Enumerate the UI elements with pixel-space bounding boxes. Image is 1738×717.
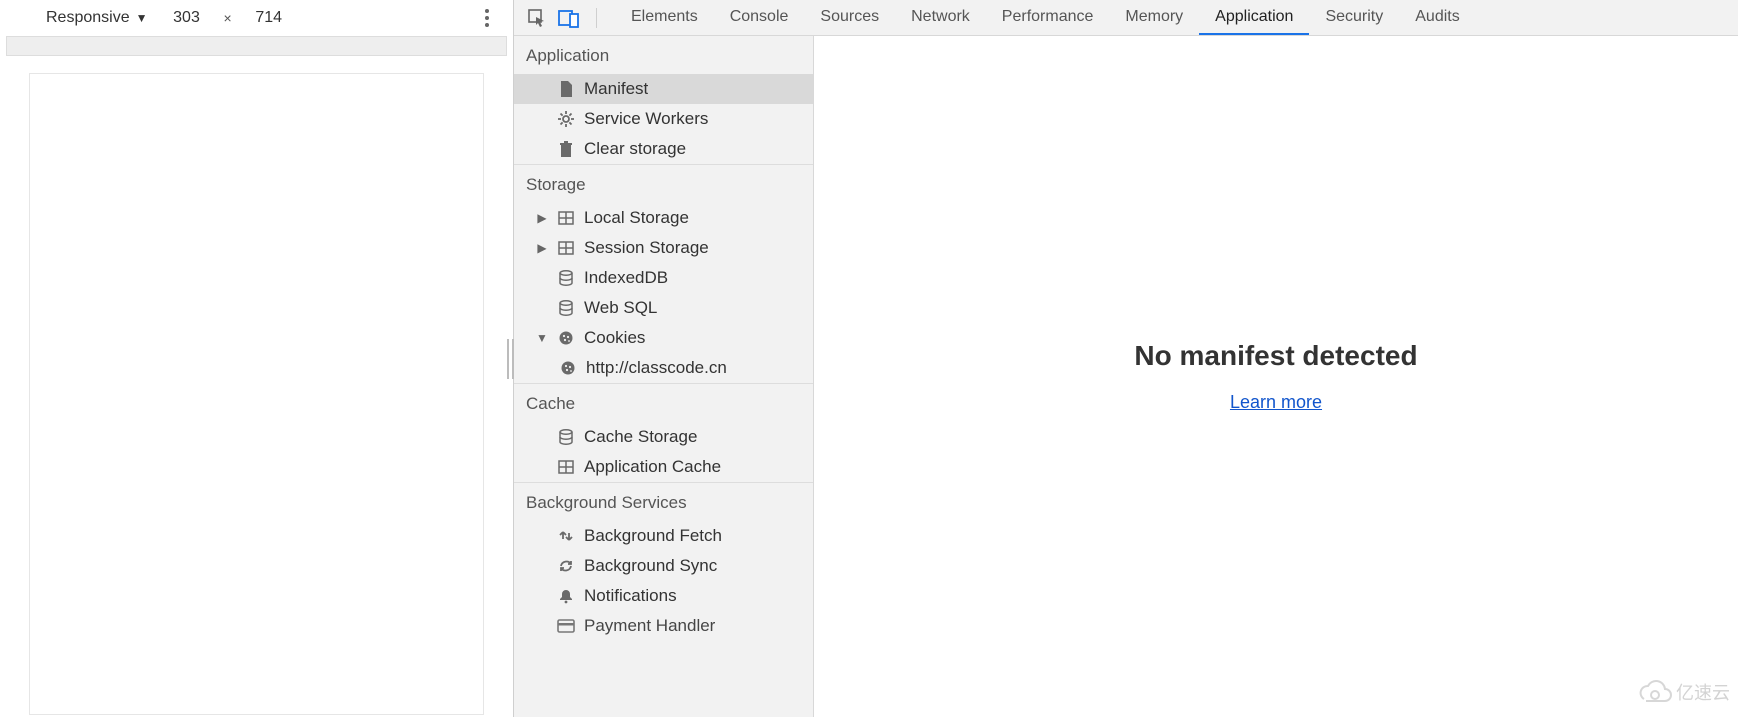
tab-label: Network (911, 8, 970, 26)
toggle-device-toolbar-icon[interactable] (558, 7, 580, 29)
item-label: Cache Storage (584, 427, 697, 447)
devtools-tab-bar: Elements Console Sources Network Perform… (514, 0, 1738, 36)
cookie-icon (556, 330, 576, 346)
arrow-right-icon: ▶ (536, 241, 548, 255)
item-label: Service Workers (584, 109, 708, 129)
table-icon (556, 460, 576, 474)
sidebar-item-cookies[interactable]: ▼ Cookies (514, 323, 813, 353)
trash-icon (556, 140, 576, 158)
bell-icon (556, 588, 576, 604)
tab-label: Sources (820, 8, 879, 26)
sidebar-group-background-services: Background Services ▶ Background Fetch ▶… (514, 483, 813, 641)
tab-network[interactable]: Network (895, 0, 986, 35)
sidebar-group-storage: Storage ▶ Local Storage ▶ Session Storag… (514, 165, 813, 384)
device-preview-pane: Responsive ▼ × (0, 0, 514, 717)
devtools-leading-controls (514, 0, 615, 35)
sync-icon (556, 558, 576, 574)
item-label: Clear storage (584, 139, 686, 159)
group-title: Cache (514, 384, 813, 422)
sidebar-item-application-cache[interactable]: ▶ Application Cache (514, 452, 813, 482)
database-icon (556, 300, 576, 316)
gear-icon (556, 110, 576, 128)
item-label: Payment Handler (584, 616, 715, 636)
application-content: No manifest detected Learn more 亿速云 (814, 36, 1738, 717)
item-label: IndexedDB (584, 268, 668, 288)
card-icon (556, 619, 576, 633)
application-sidebar: Application ▶ Manifest ▶ Service Workers (514, 36, 814, 717)
group-title: Application (514, 36, 813, 74)
item-label: Cookies (584, 328, 645, 348)
sidebar-item-indexeddb[interactable]: ▶ IndexedDB (514, 263, 813, 293)
arrow-down-icon: ▼ (536, 331, 548, 345)
sidebar-item-background-fetch[interactable]: ▶ Background Fetch (514, 521, 813, 551)
device-ruler[interactable] (6, 36, 507, 56)
item-label: Web SQL (584, 298, 657, 318)
kebab-menu-icon[interactable] (477, 8, 497, 28)
sidebar-item-service-workers[interactable]: ▶ Service Workers (514, 104, 813, 134)
separator-icon (596, 8, 597, 28)
group-title: Storage (514, 165, 813, 203)
transfer-icon (556, 528, 576, 544)
tab-label: Application (1215, 8, 1293, 26)
watermark-text: 亿速云 (1676, 683, 1730, 703)
sidebar-item-web-sql[interactable]: ▶ Web SQL (514, 293, 813, 323)
item-label: Session Storage (584, 238, 709, 258)
item-label: Notifications (584, 586, 677, 606)
item-label: Application Cache (584, 457, 721, 477)
item-label: Manifest (584, 79, 648, 99)
sidebar-item-clear-storage[interactable]: ▶ Clear storage (514, 134, 813, 164)
sidebar-group-cache: Cache ▶ Cache Storage ▶ Application Cach… (514, 384, 813, 483)
dimension-x-icon: × (222, 10, 234, 26)
sidebar-item-payment-handler[interactable]: ▶ Payment Handler (514, 611, 813, 641)
item-label: Local Storage (584, 208, 689, 228)
device-mode-label: Responsive (46, 9, 130, 27)
tab-performance[interactable]: Performance (986, 0, 1110, 35)
devtools-pane: Elements Console Sources Network Perform… (514, 0, 1738, 717)
pane-splitter-icon[interactable] (512, 329, 514, 389)
sidebar-item-manifest[interactable]: ▶ Manifest (514, 74, 813, 104)
item-label: Background Fetch (584, 526, 722, 546)
tab-label: Security (1325, 8, 1383, 26)
tab-label: Audits (1415, 8, 1459, 26)
device-mode-dropdown[interactable]: Responsive ▼ (42, 7, 152, 29)
tab-application[interactable]: Application (1199, 0, 1309, 35)
cookie-icon (558, 360, 578, 376)
tab-console[interactable]: Console (714, 0, 805, 35)
content-heading: No manifest detected (1134, 340, 1417, 372)
tab-sources[interactable]: Sources (804, 0, 895, 35)
tab-security[interactable]: Security (1309, 0, 1399, 35)
learn-more-link[interactable]: Learn more (1230, 392, 1322, 413)
document-icon (556, 80, 576, 98)
device-width-input[interactable] (160, 6, 214, 30)
group-title: Background Services (514, 483, 813, 521)
table-icon (556, 211, 576, 225)
device-height-input[interactable] (242, 6, 296, 30)
item-label: Background Sync (584, 556, 717, 576)
tab-label: Console (730, 8, 789, 26)
tab-audits[interactable]: Audits (1399, 0, 1475, 35)
item-label: http://classcode.cn (586, 358, 727, 378)
sidebar-item-notifications[interactable]: ▶ Notifications (514, 581, 813, 611)
database-icon (556, 270, 576, 286)
sidebar-group-application: Application ▶ Manifest ▶ Service Workers (514, 36, 813, 165)
sidebar-item-session-storage[interactable]: ▶ Session Storage (514, 233, 813, 263)
sidebar-item-background-sync[interactable]: ▶ Background Sync (514, 551, 813, 581)
tab-elements[interactable]: Elements (615, 0, 714, 35)
table-icon (556, 241, 576, 255)
arrow-right-icon: ▶ (536, 211, 548, 225)
watermark-logo: 亿速云 (1634, 675, 1730, 709)
device-toolbar: Responsive ▼ × (0, 0, 513, 36)
sidebar-item-cookies-origin[interactable]: http://classcode.cn (514, 353, 813, 383)
database-icon (556, 429, 576, 445)
device-frame[interactable] (30, 74, 483, 714)
chevron-down-icon: ▼ (136, 11, 148, 25)
sidebar-item-local-storage[interactable]: ▶ Local Storage (514, 203, 813, 233)
tab-label: Performance (1002, 8, 1094, 26)
tab-label: Memory (1125, 8, 1183, 26)
tab-memory[interactable]: Memory (1109, 0, 1199, 35)
sidebar-item-cache-storage[interactable]: ▶ Cache Storage (514, 422, 813, 452)
inspect-element-icon[interactable] (526, 7, 548, 29)
tab-label: Elements (631, 8, 698, 26)
